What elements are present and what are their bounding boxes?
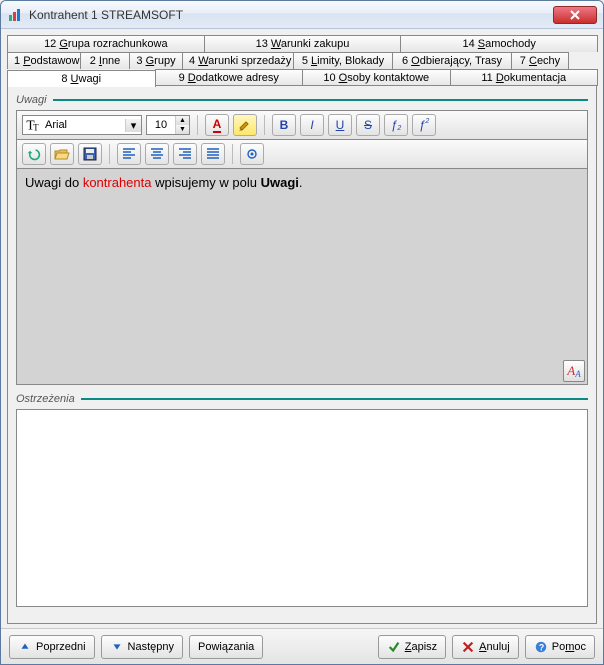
legend-rule <box>81 398 588 400</box>
tab-odbieraj-cy-trasy[interactable]: 6 Odbierający, Trasy <box>392 52 512 69</box>
editor-toolbar-row2 <box>16 140 588 169</box>
font-style-corner-button[interactable]: AA <box>563 360 585 382</box>
window-frame: Kontrahent 1 STREAMSOFT 12 Grupa rozrach… <box>0 0 604 665</box>
legend-rule <box>53 99 588 101</box>
tab-dokumentacja[interactable]: 11 Dokumentacja <box>450 69 599 86</box>
undo-button[interactable] <box>22 143 46 165</box>
tab-warunki-sprzeda-y[interactable]: 4 Warunki sprzedaży <box>182 52 294 69</box>
editor-text: Uwagi do <box>25 175 83 190</box>
font-size-value[interactable] <box>147 116 175 134</box>
tab-warunki-zakupu[interactable]: 13 Warunki zakupu <box>204 35 402 52</box>
uwagi-editor[interactable]: Uwagi do kontrahenta wpisujemy w polu Uw… <box>16 169 588 385</box>
highlight-button[interactable] <box>233 114 257 136</box>
italic-button[interactable]: I <box>300 114 324 136</box>
tab-samochody[interactable]: 14 Samochody <box>400 35 598 52</box>
open-button[interactable] <box>50 143 74 165</box>
align-justify-button[interactable] <box>201 143 225 165</box>
window-title: Kontrahent 1 STREAMSOFT <box>29 8 553 22</box>
editor-text: wpisujemy w polu <box>151 175 260 190</box>
uwagi-section: Uwagi TT Arial ▾ ▲▼ A <box>16 94 588 385</box>
ostrzezenia-section: Ostrzeżenia <box>16 393 588 607</box>
prev-label: Poprzedni <box>36 641 86 653</box>
cancel-button[interactable]: Anuluj <box>452 635 519 659</box>
editor-toolbar-row1: TT Arial ▾ ▲▼ A B I U S ƒ <box>16 110 588 140</box>
next-label: Następny <box>128 641 174 653</box>
ostrzezenia-editor[interactable] <box>16 409 588 607</box>
font-t-icon: TT <box>23 116 41 134</box>
subscript-button[interactable]: ƒ2 <box>384 114 408 136</box>
editor-text-red: kontrahenta <box>83 175 152 190</box>
font-size-stepper[interactable]: ▲▼ <box>146 115 190 135</box>
content-area: 12 Grupa rozrachunkowa13 Warunki zakupu1… <box>1 29 603 628</box>
links-button[interactable]: Powiązania <box>189 635 263 659</box>
font-color-button[interactable]: A <box>205 114 229 136</box>
links-label: Powiązania <box>198 641 254 653</box>
strike-button[interactable]: S <box>356 114 380 136</box>
align-left-button[interactable] <box>117 143 141 165</box>
bold-button[interactable]: B <box>272 114 296 136</box>
save-button[interactable] <box>78 143 102 165</box>
footer-bar: Poprzedni Następny Powiązania Zapisz Anu… <box>1 628 603 664</box>
tab-panel: Uwagi TT Arial ▾ ▲▼ A <box>7 85 597 624</box>
stepper-up-icon[interactable]: ▲ <box>175 116 189 125</box>
bullet-list-button[interactable] <box>240 143 264 165</box>
align-right-button[interactable] <box>173 143 197 165</box>
tab-strip: 12 Grupa rozrachunkowa13 Warunki zakupu1… <box>7 35 597 86</box>
tab-osoby-kontaktowe[interactable]: 10 Osoby kontaktowe <box>302 69 451 86</box>
app-icon <box>7 7 23 23</box>
font-name-value: Arial <box>41 119 125 131</box>
help-label: Pomoc <box>552 641 586 653</box>
save-label: Zapisz <box>405 641 437 653</box>
prev-button[interactable]: Poprzedni <box>9 635 95 659</box>
superscript-button[interactable]: ƒ2 <box>412 114 436 136</box>
help-button[interactable]: ? Pomoc <box>525 635 595 659</box>
svg-text:T: T <box>33 123 39 133</box>
save-footer-button[interactable]: Zapisz <box>378 635 446 659</box>
next-button[interactable]: Następny <box>101 635 183 659</box>
chevron-down-icon: ▾ <box>125 119 141 132</box>
titlebar: Kontrahent 1 STREAMSOFT <box>1 1 603 29</box>
tab-limity-blokady[interactable]: 5 Limity, Blokady <box>293 52 393 69</box>
stepper-down-icon[interactable]: ▼ <box>175 125 189 134</box>
tab-inne[interactable]: 2 Inne <box>80 52 130 69</box>
tab-cechy[interactable]: 7 Cechy <box>511 52 569 69</box>
editor-text-bold: Uwagi <box>261 175 299 190</box>
tab-uwagi[interactable]: 8 Uwagi <box>7 70 156 87</box>
tab-dodatkowe-adresy[interactable]: 9 Dodatkowe adresy <box>155 69 304 86</box>
font-family-select[interactable]: TT Arial ▾ <box>22 115 142 135</box>
align-center-button[interactable] <box>145 143 169 165</box>
ostrzezenia-legend: Ostrzeżenia <box>16 393 75 405</box>
uwagi-legend: Uwagi <box>16 94 47 106</box>
close-button[interactable] <box>553 6 597 24</box>
cancel-label: Anuluj <box>479 641 510 653</box>
underline-button[interactable]: U <box>328 114 352 136</box>
svg-text:?: ? <box>539 642 544 652</box>
tab-grupa-rozrachunkowa[interactable]: 12 Grupa rozrachunkowa <box>7 35 205 52</box>
editor-text: . <box>299 175 303 190</box>
tab-podstawowe[interactable]: 1 Podstawowe <box>7 52 81 69</box>
tab-grupy[interactable]: 3 Grupy <box>129 52 183 69</box>
